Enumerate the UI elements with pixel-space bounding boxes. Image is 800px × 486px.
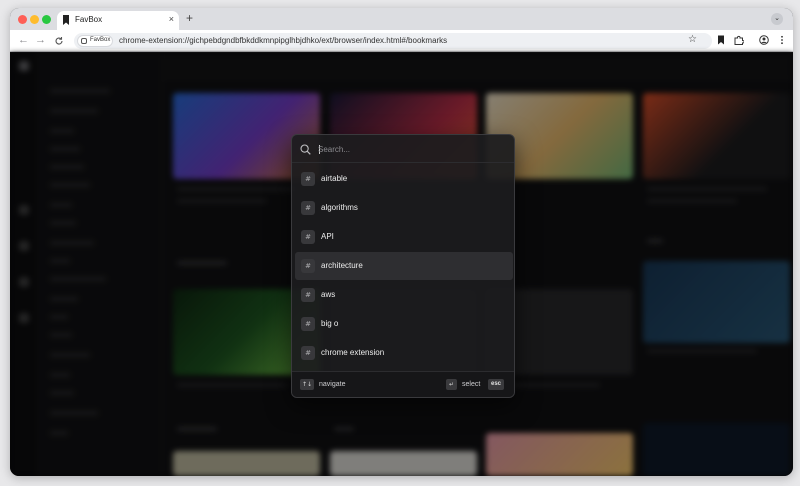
list-item[interactable]: # API (295, 223, 513, 251)
list-item[interactable]: # aws (295, 281, 513, 309)
list-item[interactable]: # big o (295, 310, 513, 338)
command-palette: # airtable # algorithms # API # architec… (291, 134, 515, 398)
site-info-chip[interactable]: FavBox (77, 35, 113, 47)
enter-key-hint: ↵ (446, 379, 457, 390)
list-item-label: chrome extension (321, 348, 385, 357)
hash-icon: # (301, 259, 315, 273)
hash-icon: # (301, 346, 315, 360)
address-bar[interactable]: FavBox chrome-extension://gichpebdgndbfb… (74, 33, 712, 49)
hash-icon: # (301, 230, 315, 244)
minimize-window-button[interactable] (30, 15, 39, 24)
browser-window: FavBox × + ⌄ ← → FavBox chrome-extension… (10, 8, 793, 476)
esc-key-hint[interactable]: esc (488, 379, 505, 390)
hash-icon: # (301, 317, 315, 331)
maximize-window-button[interactable] (42, 15, 51, 24)
bookmark-star-icon[interactable]: ☆ (688, 34, 697, 45)
list-item[interactable]: # airtable (295, 165, 513, 193)
search-input[interactable] (318, 141, 506, 157)
list-item-label: airtable (321, 174, 348, 183)
tab-title: FavBox (75, 15, 103, 24)
profile-avatar-icon[interactable] (759, 35, 769, 45)
palette-footer: ↑↓ navigate ↵ select esc (292, 371, 514, 397)
search-icon (300, 144, 311, 155)
list-item-label: architecture (321, 261, 363, 270)
navigate-label: navigate (319, 381, 346, 388)
list-item-label: big o (321, 319, 339, 328)
tab-favbox[interactable]: FavBox × (57, 11, 179, 30)
bookmark-icon[interactable] (716, 35, 726, 45)
tab-close-icon[interactable]: × (169, 14, 174, 24)
palette-search-row (292, 135, 514, 163)
site-chip-label: FavBox (90, 37, 111, 43)
url-text[interactable]: chrome-extension://gichpebdgndbfbkddkmnp… (119, 36, 447, 45)
extensions-puzzle-icon[interactable] (734, 35, 744, 45)
hash-icon: # (301, 172, 315, 186)
select-label: select (462, 381, 481, 388)
list-item-label: aws (321, 290, 336, 299)
list-item[interactable]: # algorithms (295, 194, 513, 222)
back-arrow-icon[interactable]: ← (18, 34, 29, 46)
navigate-key-hint: ↑↓ (300, 379, 315, 390)
list-item[interactable]: # architecture (295, 252, 513, 280)
list-item[interactable]: # chrome extension (295, 339, 513, 367)
list-item-label: API (321, 232, 334, 241)
new-tab-button[interactable]: + (186, 11, 193, 25)
tab-strip: FavBox × + ⌄ (10, 8, 793, 30)
tab-search-button[interactable]: ⌄ (771, 13, 783, 25)
bookmark-icon (63, 15, 69, 25)
more-menu-icon[interactable] (777, 35, 787, 45)
extension-page-icon (81, 38, 87, 44)
hash-icon: # (301, 201, 315, 215)
forward-arrow-icon[interactable]: → (35, 34, 46, 46)
list-item-label: algorithms (321, 203, 358, 212)
close-window-button[interactable] (18, 15, 27, 24)
reload-icon[interactable] (54, 36, 64, 46)
hash-icon: # (301, 288, 315, 302)
browser-toolbar: ← → FavBox chrome-extension://gichpebdgn… (10, 30, 793, 52)
